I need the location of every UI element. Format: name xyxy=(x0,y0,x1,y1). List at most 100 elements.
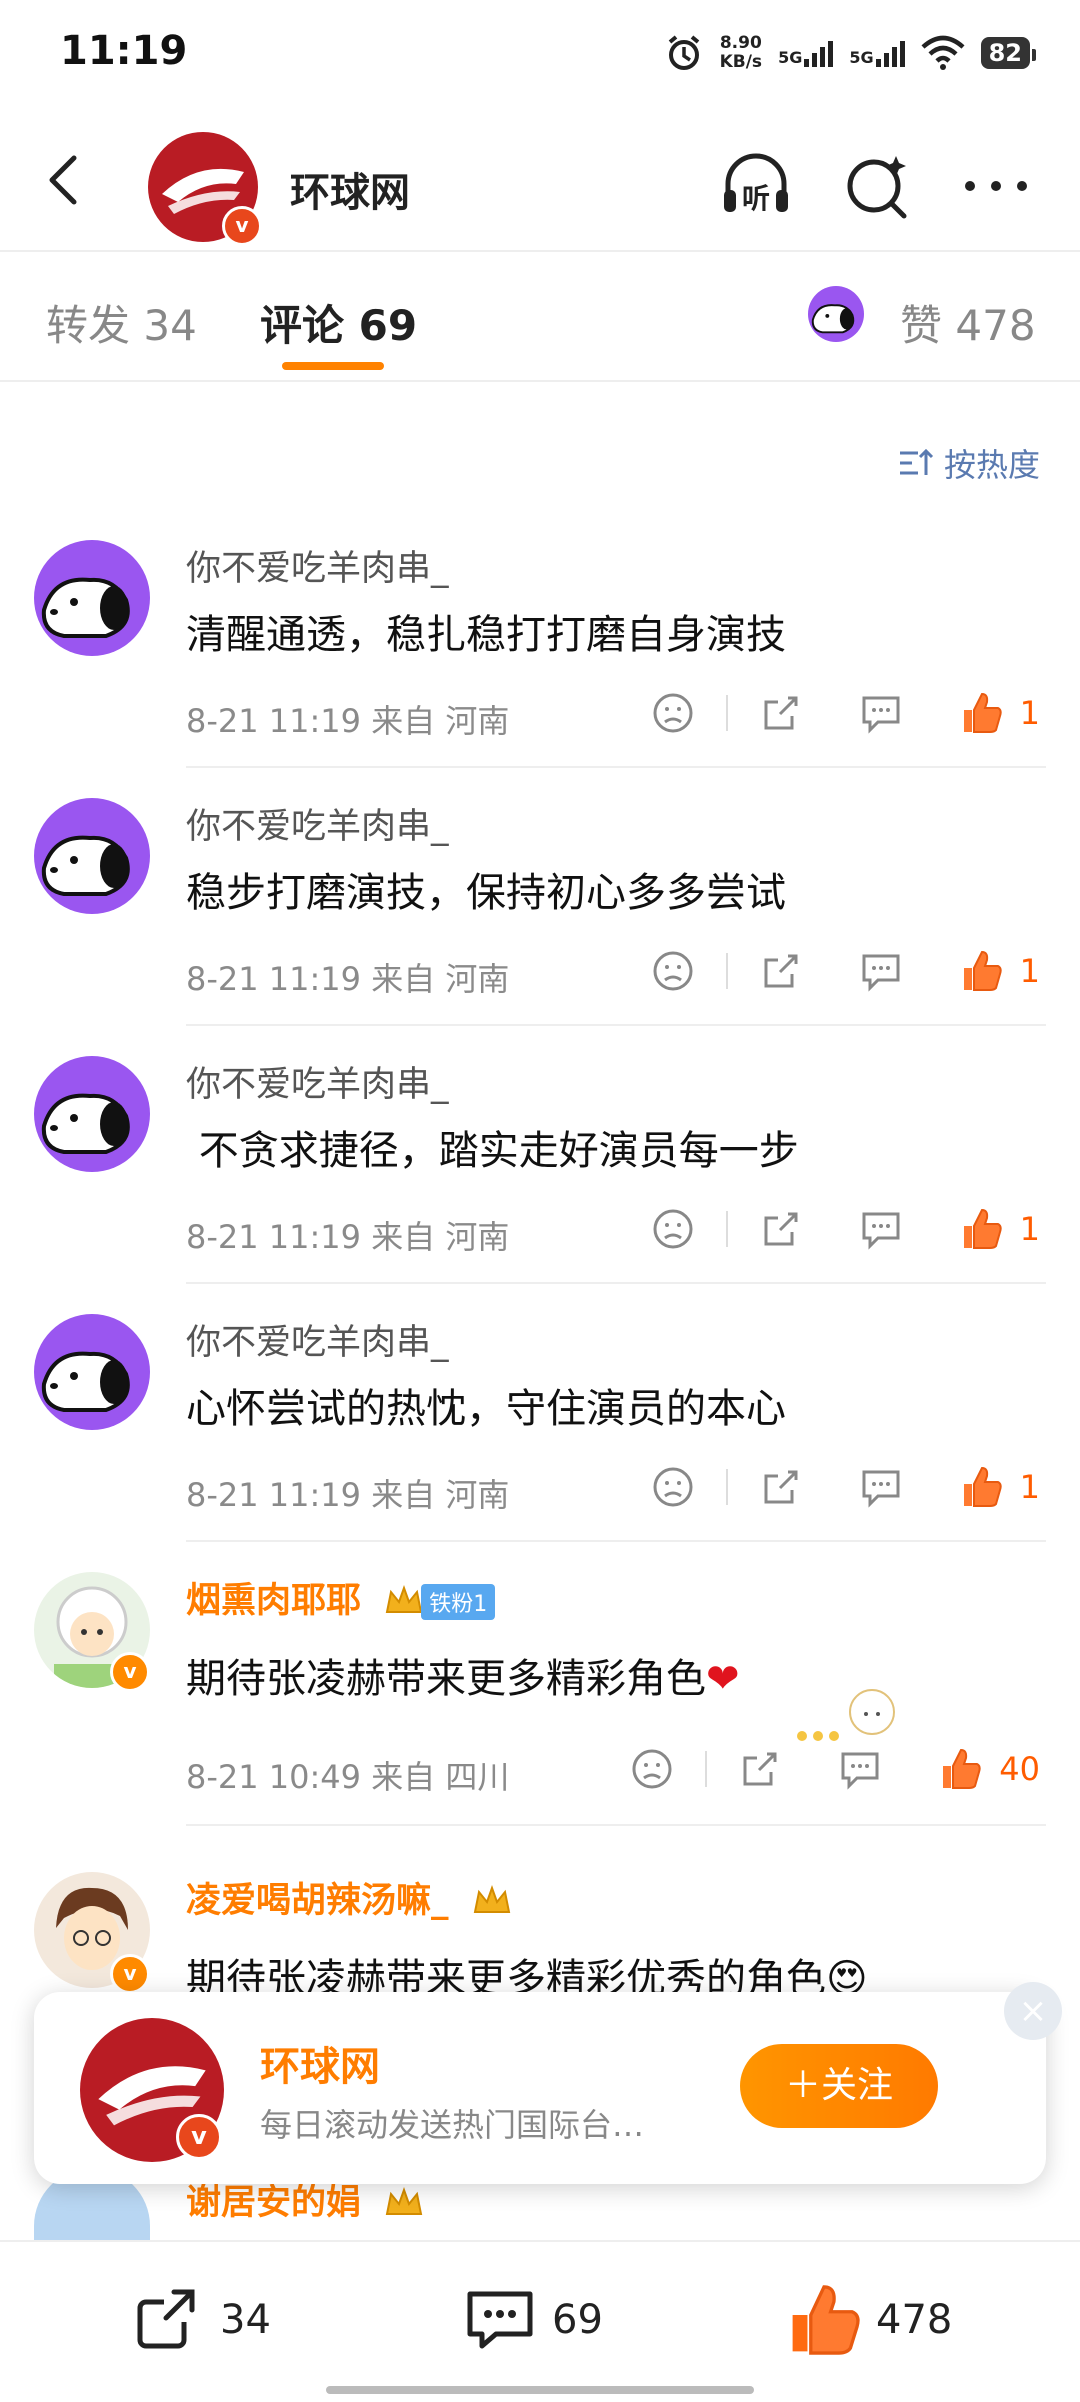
search-icon[interactable] xyxy=(838,146,918,226)
alarm-icon xyxy=(668,35,699,70)
comment-username[interactable]: 谢居安的娟 xyxy=(186,2183,361,2223)
dislike-face-icon[interactable] xyxy=(629,1746,675,1792)
dislike-face-icon[interactable] xyxy=(650,690,696,736)
crown-icon xyxy=(385,1585,423,1613)
comment-username[interactable]: 凌爱喝胡辣汤嘛_ xyxy=(186,1881,449,1921)
sheep-sticker-icon xyxy=(797,1689,895,1741)
thumbs-up-icon[interactable] xyxy=(958,1206,1004,1252)
tab-comment-count: 69 xyxy=(358,301,418,350)
reply-icon[interactable] xyxy=(858,1206,904,1252)
thumbs-up-icon[interactable] xyxy=(958,1464,1004,1510)
bottom-comment-button[interactable]: 69 xyxy=(462,2282,603,2358)
fan-badge[interactable]: 铁粉1 xyxy=(383,1584,496,1620)
listen-headphones-icon[interactable]: 听 xyxy=(716,146,796,226)
thumbs-up-icon[interactable] xyxy=(958,948,1004,994)
dog-avatar-icon xyxy=(811,304,855,334)
comment-like-count: 1 xyxy=(1019,1210,1040,1248)
comment-username[interactable]: 你不爱吃羊肉串_ xyxy=(186,1314,449,1365)
comment-meta: 8-21 11:19 来自 河南 xyxy=(186,1212,509,1258)
bottom-action-bar: 34 69 478 xyxy=(0,2240,1080,2402)
comment-text: 清醒通透，稳扎稳打打磨自身演技 xyxy=(186,612,786,658)
bottom-repost-button[interactable]: 34 xyxy=(130,2282,271,2358)
close-icon[interactable]: × xyxy=(1004,1982,1062,2040)
reply-icon[interactable] xyxy=(858,1464,904,1510)
thumbs-up-icon xyxy=(792,2285,860,2355)
tab-repost[interactable]: 转发 34 xyxy=(46,292,197,353)
dog-avatar-icon xyxy=(41,1351,130,1412)
share-icon[interactable] xyxy=(758,1206,804,1252)
thumbs-up-icon[interactable] xyxy=(958,690,1004,736)
share-icon[interactable] xyxy=(758,1464,804,1510)
verified-badge-icon: v xyxy=(176,2114,222,2160)
fan-badge[interactable] xyxy=(471,1884,513,1920)
dislike-face-icon[interactable] xyxy=(650,1464,696,1510)
action-separator xyxy=(725,953,728,989)
tab-like[interactable]: 赞 478 xyxy=(900,292,1036,353)
crown-icon xyxy=(385,2187,423,2215)
sim1-label: 5G xyxy=(778,48,803,67)
follow-button[interactable]: ＋关注 xyxy=(740,2044,938,2128)
comment-meta: 8-21 11:19 来自 河南 xyxy=(186,696,509,742)
comment-from-label: 来自 xyxy=(371,702,436,740)
bottom-comment-count: 69 xyxy=(552,2297,603,2343)
comment-time: 8-21 11:19 xyxy=(186,960,362,998)
app-header: v 环球网 听 xyxy=(0,120,1080,250)
share-icon[interactable] xyxy=(758,690,804,736)
active-tab-indicator xyxy=(282,362,384,370)
signal-bars-icon xyxy=(875,39,905,67)
comment-actions: 1 xyxy=(650,948,1040,994)
action-separator xyxy=(725,1469,728,1505)
comment-divider xyxy=(186,1024,1046,1026)
comment-divider xyxy=(186,1282,1046,1284)
reply-icon[interactable] xyxy=(858,690,904,736)
sort-toggle[interactable]: 按热度 xyxy=(898,440,1040,486)
repost-icon xyxy=(137,2289,195,2349)
comment-username[interactable]: 你不爱吃羊肉串_ xyxy=(186,798,449,849)
reply-icon[interactable] xyxy=(858,948,904,994)
comment-text: 稳步打磨演技，保持初心多多尝试 xyxy=(186,870,786,916)
home-indicator xyxy=(326,2386,754,2394)
comment-location: 河南 xyxy=(445,1476,510,1514)
dog-avatar-icon xyxy=(41,835,130,896)
share-icon[interactable] xyxy=(737,1746,783,1792)
bottom-like-button[interactable]: 478 xyxy=(786,2282,952,2358)
comment-from-label: 来自 xyxy=(371,1758,436,1796)
verified-badge-icon: v xyxy=(110,1652,150,1692)
comment-avatar[interactable] xyxy=(34,540,150,656)
reply-icon[interactable] xyxy=(837,1746,883,1792)
comment-avatar[interactable] xyxy=(34,1314,150,1430)
comment-meta: 8-21 10:49 来自 四川 xyxy=(186,1752,509,1798)
dislike-face-icon[interactable] xyxy=(650,1206,696,1252)
comment-divider xyxy=(186,1824,1046,1826)
status-time: 11:19 xyxy=(60,28,188,74)
comment-avatar[interactable] xyxy=(34,1056,150,1172)
sim1-signal: 5G xyxy=(778,39,834,67)
back-arrow-icon[interactable] xyxy=(36,150,96,210)
status-bar: 11:19 8.90 KB/s 5G 5G 82 xyxy=(0,0,1080,110)
share-icon[interactable] xyxy=(758,948,804,994)
comment-username[interactable]: 你不爱吃羊肉串_ xyxy=(186,1056,449,1107)
tab-comment-label: 评论 xyxy=(260,301,345,350)
sim2-signal: 5G xyxy=(849,39,905,67)
comment-time: 8-21 11:19 xyxy=(186,1218,362,1256)
like-user-avatar[interactable] xyxy=(808,286,864,342)
comment-divider xyxy=(186,766,1046,768)
crown-icon xyxy=(473,1885,510,1913)
tab-comment[interactable]: 评论 69 xyxy=(260,292,417,353)
comment-like-count: 1 xyxy=(1019,1468,1040,1506)
comment-text-row: 期待张凌赫带来更多精彩角色❤ xyxy=(186,1646,740,1704)
comment-username[interactable]: 烟熏肉耶耶 xyxy=(186,1581,361,1621)
dislike-face-icon[interactable] xyxy=(650,948,696,994)
bottom-like-count: 478 xyxy=(876,2297,953,2343)
comment-username[interactable]: 你不爱吃羊肉串_ xyxy=(186,540,449,591)
card-channel-name[interactable]: 环球网 xyxy=(260,2034,380,2092)
comment-actions: 1 xyxy=(650,1206,1040,1252)
fan-badge[interactable] xyxy=(383,2186,425,2222)
comment-from-label: 来自 xyxy=(371,1218,436,1256)
more-options-icon[interactable] xyxy=(956,146,1036,226)
listen-label: 听 xyxy=(742,182,770,215)
comment-avatar[interactable] xyxy=(34,798,150,914)
tabs-divider xyxy=(0,380,1080,382)
follow-suggestion-card[interactable]: v 环球网 每日滚动发送热门国际台… ＋关注 × xyxy=(34,1982,1062,2184)
thumbs-up-icon[interactable] xyxy=(937,1746,983,1792)
